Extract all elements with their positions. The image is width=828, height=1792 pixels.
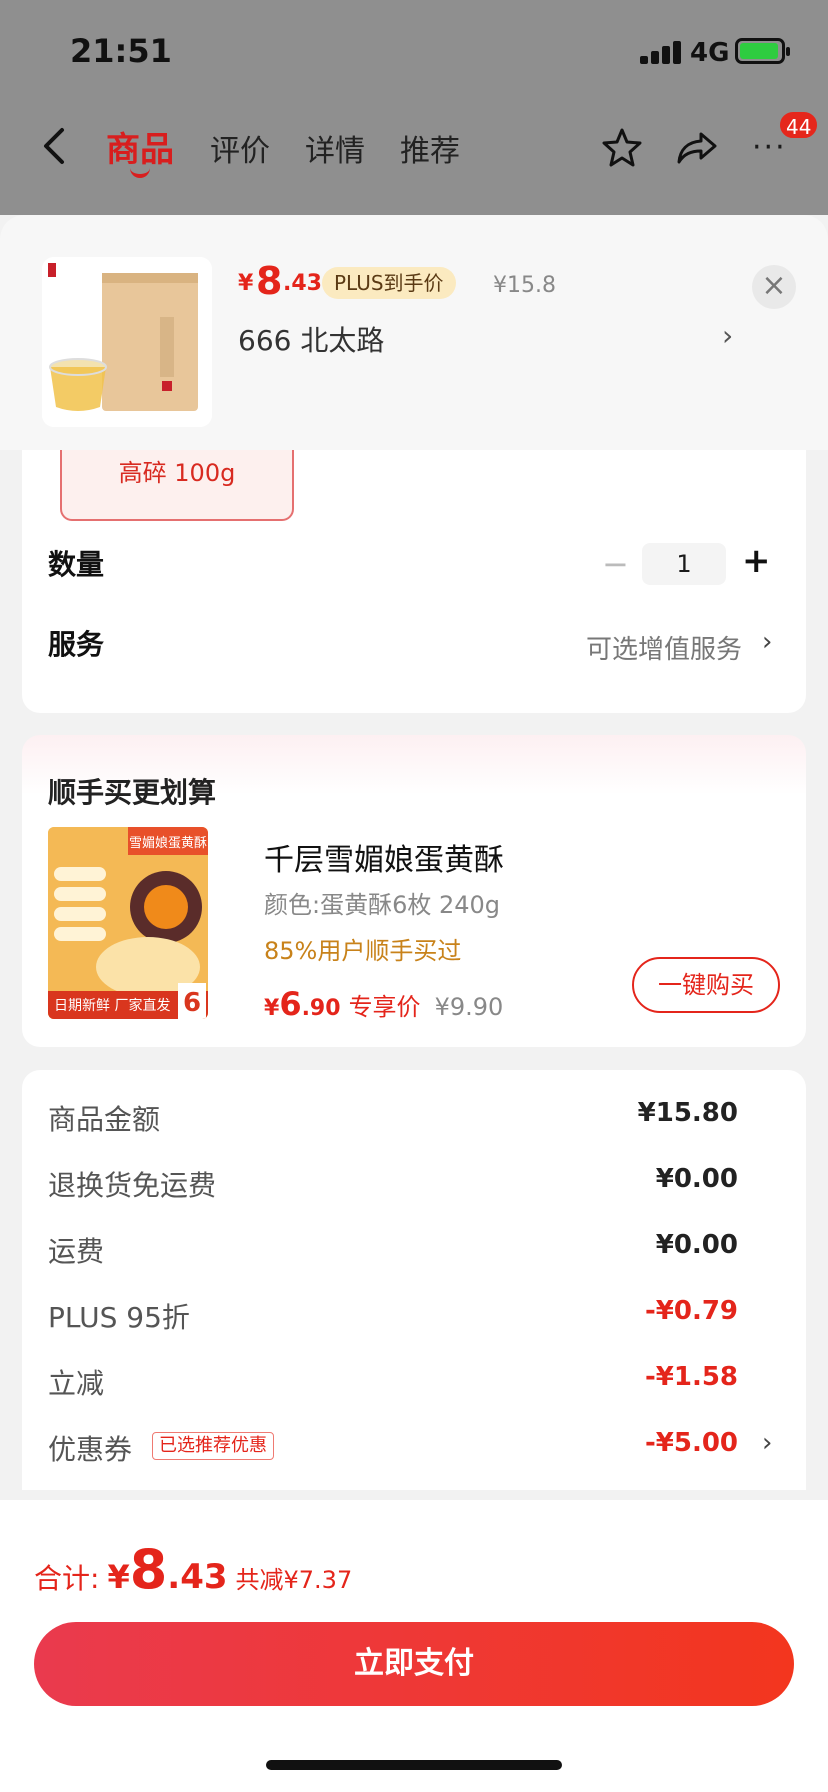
quantity-label: 数量	[48, 548, 105, 581]
quantity-decrease-button[interactable]: −	[602, 548, 632, 580]
coupon-applied-tag: 已选推荐优惠	[152, 1432, 274, 1460]
sheet-header: ¥ 8 .43 PLUS到手价 ¥15.8 666 北太路 › ×	[0, 215, 828, 450]
upsell-buy-rate: 85%用户顺手买过	[264, 937, 462, 965]
signal-icon	[640, 40, 684, 64]
price-decimal: .43	[283, 271, 322, 296]
fee-label: 优惠券	[48, 1433, 133, 1466]
total-saved: 共减¥7.37	[235, 1566, 353, 1594]
status-bar: 21:51 4G	[0, 0, 828, 100]
total-decimal: .43	[167, 1557, 228, 1597]
service-option[interactable]: 可选增值服务	[586, 629, 742, 666]
product-thumbnail	[42, 257, 212, 427]
tab-recommend[interactable]: 推荐	[400, 126, 460, 170]
upsell-price-decimal: .90	[301, 996, 341, 1021]
fee-value: -¥5.00	[644, 1428, 738, 1458]
original-price: ¥15.8	[493, 273, 556, 298]
tab-reviews[interactable]: 评价	[210, 126, 270, 170]
home-indicator[interactable]	[266, 1760, 562, 1770]
battery-icon	[735, 38, 790, 64]
plus-price-tag: PLUS到手价	[322, 267, 456, 299]
fee-value: ¥0.00	[655, 1164, 738, 1194]
fee-row-coupon[interactable]: 优惠券 已选推荐优惠 -¥5.00 ›	[48, 1428, 780, 1468]
upsell-image-badge: 6	[183, 988, 201, 1018]
checkout-bar: 合计: ¥8.43 共减¥7.37 立即支付	[0, 1500, 828, 1792]
fee-row-return-shipping: 退换货免运费 ¥0.00	[48, 1164, 780, 1204]
chevron-right-icon[interactable]: ›	[762, 1428, 772, 1458]
upsell-title: 顺手买更划算	[48, 776, 217, 809]
fee-label: 商品金额	[48, 1103, 161, 1136]
fee-label: 立减	[48, 1367, 105, 1400]
price-currency: ¥	[238, 271, 254, 296]
message-count-badge: 44	[778, 110, 820, 140]
upsell-price-tag: 专享价	[348, 993, 421, 1021]
fee-row-instant-discount: 立减 -¥1.58	[48, 1362, 780, 1402]
active-tab-indicator	[130, 168, 150, 178]
upsell-price: ¥6.90 专享价 ¥9.90	[264, 985, 503, 1025]
fee-row-subtotal: 商品金额 ¥15.80	[48, 1098, 780, 1138]
pay-now-button[interactable]: 立即支付	[34, 1622, 794, 1706]
fee-label: 退换货免运费	[48, 1169, 217, 1202]
fee-breakdown-card: 商品金额 ¥15.80 退换货免运费 ¥0.00 运费 ¥0.00 PLUS 9…	[22, 1070, 806, 1490]
one-click-buy-button[interactable]: 一键购买	[632, 957, 780, 1013]
chevron-right-icon[interactable]: ›	[722, 319, 733, 352]
back-arrow-icon[interactable]	[38, 126, 74, 166]
share-icon[interactable]	[675, 128, 719, 168]
total-currency: ¥	[107, 1558, 130, 1596]
total-integer: 8	[129, 1538, 168, 1601]
service-label: 服务	[48, 628, 105, 661]
fee-label: PLUS 95折	[48, 1301, 190, 1334]
fee-value: ¥15.80	[637, 1098, 738, 1128]
star-icon[interactable]	[600, 126, 644, 170]
upsell-image-caption-top: 雪媚娘蛋黄酥	[129, 836, 207, 851]
network-type: 4G	[690, 38, 730, 68]
delivery-address[interactable]: 666 北太路	[238, 319, 384, 359]
upsell-image-caption-bottom: 日期新鲜 厂家直发	[54, 997, 170, 1014]
tab-details[interactable]: 详情	[305, 126, 365, 170]
upsell-product-image[interactable]: 雪媚娘蛋黄酥 日期新鲜 厂家直发 6	[48, 827, 208, 1019]
quantity-input[interactable]: 1	[642, 543, 726, 585]
fee-value: -¥0.79	[644, 1296, 738, 1326]
tab-product[interactable]: 商品	[106, 122, 174, 171]
fee-row-plus-discount: PLUS 95折 -¥0.79	[48, 1296, 780, 1336]
fee-value: -¥1.58	[644, 1362, 738, 1392]
upsell-card: 顺手买更划算 雪媚娘蛋黄酥 日期新鲜 厂家直发 6 千层雪媚娘蛋黄酥 颜色:蛋黄…	[22, 735, 806, 1047]
upsell-original-price: ¥9.90	[434, 993, 504, 1021]
fee-row-shipping: 运费 ¥0.00	[48, 1230, 780, 1270]
chevron-right-icon[interactable]: ›	[762, 627, 772, 657]
upsell-price-currency: ¥	[264, 996, 280, 1021]
status-time: 21:51	[70, 32, 172, 70]
quantity-increase-button[interactable]: +	[742, 541, 772, 581]
close-button[interactable]: ×	[752, 265, 796, 309]
price-integer: 8	[256, 259, 283, 303]
fee-label: 运费	[48, 1235, 105, 1268]
total-label: 合计:	[34, 1562, 100, 1595]
top-navigation: 商品 评价 详情 推荐 ··· 44	[0, 110, 828, 185]
fee-value: ¥0.00	[655, 1230, 738, 1260]
upsell-product-name[interactable]: 千层雪媚娘蛋黄酥	[264, 835, 504, 879]
order-total: 合计: ¥8.43 共减¥7.37	[34, 1538, 353, 1601]
upsell-price-integer: 6	[279, 985, 302, 1023]
upsell-product-spec: 颜色:蛋黄酥6枚 240g	[264, 891, 501, 919]
